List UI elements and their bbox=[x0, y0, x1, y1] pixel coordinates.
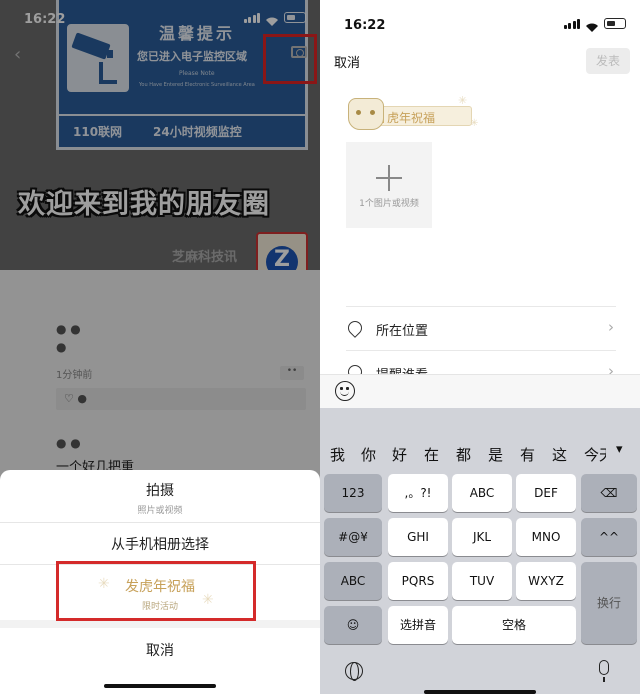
plus-icon bbox=[388, 165, 390, 191]
key-123[interactable]: 123 bbox=[324, 474, 382, 512]
add-media-label: 1个图片或视频 bbox=[359, 199, 419, 209]
candidate[interactable]: 是 bbox=[488, 444, 503, 465]
key-punct[interactable]: ,。?! bbox=[388, 474, 448, 512]
key-abc-mode[interactable]: ABC bbox=[324, 562, 382, 600]
highlight-box-blessing bbox=[56, 561, 256, 621]
key-abc[interactable]: ABC bbox=[452, 474, 512, 512]
candidate[interactable]: 你 bbox=[361, 444, 376, 465]
candidate[interactable]: 有 bbox=[520, 444, 535, 465]
home-indicator bbox=[424, 690, 536, 694]
emoji-toolbar bbox=[320, 374, 640, 408]
return-key[interactable]: 换行 bbox=[581, 562, 637, 644]
battery-icon bbox=[604, 18, 626, 29]
shoot-sub: 照片或视频 bbox=[137, 506, 183, 516]
keyboard: 我 你 好 在 都 是 有 这 今天 ▾ 123 ,。?! ABC DEF ⌫ … bbox=[320, 408, 640, 694]
candidate[interactable]: 这 bbox=[552, 444, 567, 465]
candidate[interactable]: 都 bbox=[456, 444, 471, 465]
tag-input[interactable]: 虎年祝福 bbox=[378, 106, 472, 126]
key-emoticon[interactable]: ^^ bbox=[581, 518, 637, 556]
space-key[interactable]: 空格 bbox=[452, 606, 576, 644]
candidate[interactable]: 好 bbox=[392, 444, 407, 465]
publish-button[interactable]: 发表 bbox=[586, 48, 630, 74]
candidate[interactable]: 我 bbox=[330, 444, 345, 465]
key-wxyz[interactable]: WXYZ bbox=[516, 562, 576, 600]
chevron-right-icon: › bbox=[608, 318, 614, 336]
emoji-icon[interactable] bbox=[335, 381, 355, 401]
sparkle-icon: ✳ bbox=[470, 118, 479, 129]
album-option[interactable]: 从手机相册选择 bbox=[0, 534, 320, 554]
status-bar: 16:22 bbox=[320, 0, 640, 36]
microphone-icon[interactable] bbox=[599, 660, 609, 682]
location-label: 所在位置 bbox=[376, 324, 429, 339]
key-jkl[interactable]: JKL bbox=[452, 518, 512, 556]
tiger-icon bbox=[348, 98, 384, 130]
divider bbox=[0, 522, 320, 523]
sheet-gap bbox=[0, 620, 320, 628]
location-pin-icon bbox=[345, 318, 365, 338]
globe-icon[interactable] bbox=[345, 662, 363, 681]
backspace-key[interactable]: ⌫ bbox=[581, 474, 637, 512]
emoji-key[interactable]: ☺ bbox=[324, 606, 382, 644]
key-symbols[interactable]: #@¥ bbox=[324, 518, 382, 556]
home-indicator bbox=[104, 684, 216, 688]
moments-screen: 温馨提示 您已进入电子监控区域 Please Note You Have Ent… bbox=[0, 0, 320, 694]
add-media-button[interactable]: 1个图片或视频 bbox=[346, 142, 432, 228]
key-mno[interactable]: MNO bbox=[516, 518, 576, 556]
candidate[interactable]: 在 bbox=[424, 444, 439, 465]
location-row[interactable]: 所在位置 › bbox=[345, 306, 616, 350]
sparkle-icon: ✳ bbox=[458, 94, 468, 107]
candidate[interactable]: 今天 bbox=[584, 444, 606, 465]
key-ghi[interactable]: GHI bbox=[388, 518, 448, 556]
cancel-button[interactable]: 取消 bbox=[334, 52, 360, 71]
shoot-label: 拍摄 bbox=[146, 483, 174, 499]
key-pqrs[interactable]: PQRS bbox=[388, 562, 448, 600]
cancel-button[interactable]: 取消 bbox=[0, 640, 320, 660]
chevron-down-icon[interactable]: ▾ bbox=[616, 442, 623, 457]
wifi-icon bbox=[585, 18, 599, 32]
key-def[interactable]: DEF bbox=[516, 474, 576, 512]
key-pinyin[interactable]: 选拼音 bbox=[388, 606, 448, 644]
compose-screen: 16:22 取消 发表 虎年祝福 ✳ ✳ 1个图片或视频 所在位置 › 提醒谁看… bbox=[320, 0, 640, 694]
key-tuv[interactable]: TUV bbox=[452, 562, 512, 600]
candidate-bar: 我 你 好 在 都 是 有 这 今天 ▾ bbox=[320, 438, 640, 468]
status-time: 16:22 bbox=[344, 18, 386, 33]
shoot-option[interactable]: 拍摄 照片或视频 bbox=[0, 480, 320, 516]
signal-icon bbox=[563, 18, 580, 29]
